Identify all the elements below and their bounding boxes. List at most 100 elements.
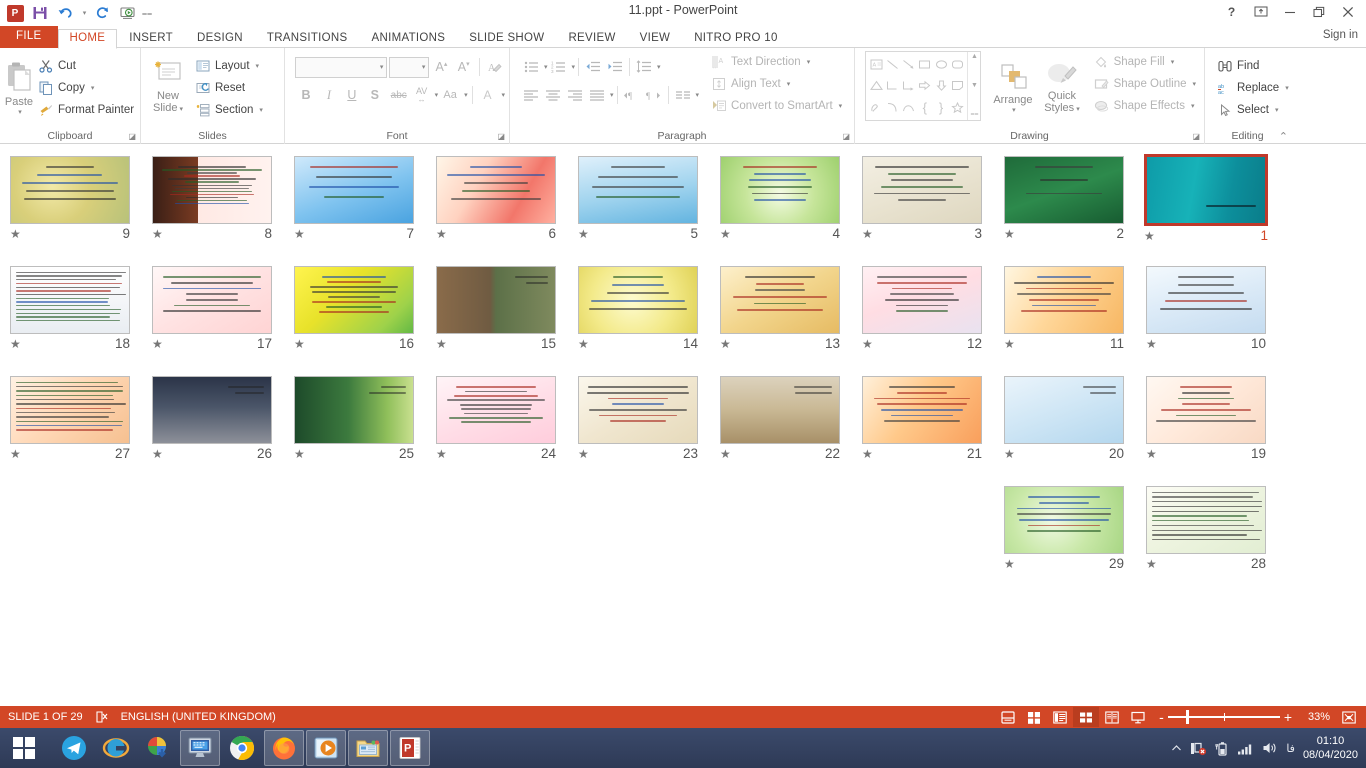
shape-effects-dropdown-icon[interactable]: ▾	[1191, 102, 1195, 110]
shape-elbow-arrow-connector-icon[interactable]	[900, 75, 916, 96]
slide-thumbnail-26[interactable]	[152, 376, 272, 444]
slide-thumbnail-8[interactable]	[152, 156, 272, 224]
cut-button[interactable]: Cut	[34, 55, 138, 77]
slide-animation-star-icon[interactable]: ★	[1004, 337, 1015, 351]
shape-triangle-icon[interactable]	[868, 75, 884, 96]
paragraph-dialog-launcher[interactable]: ◪	[842, 132, 850, 141]
slide-thumbnail-24[interactable]	[436, 376, 556, 444]
section-button[interactable]: Section ▾	[191, 99, 267, 121]
language-indicator-tray[interactable]: فا	[1286, 742, 1295, 755]
shapes-gallery-more-icon[interactable]: ⩵	[970, 111, 978, 119]
underline-button[interactable]: U	[341, 84, 363, 106]
numbering-dropdown-icon[interactable]: ▾	[572, 63, 576, 71]
shape-rounded-rectangle-icon[interactable]	[949, 54, 965, 75]
shapes-scroll-down-icon[interactable]: ▼	[971, 82, 978, 89]
font-dialog-launcher[interactable]: ◪	[497, 132, 505, 141]
decrease-font-size-button[interactable]: A▾	[454, 56, 474, 78]
character-spacing-button[interactable]: AV↔	[412, 84, 432, 106]
font-size-dropdown-icon[interactable]: ▾	[422, 63, 426, 71]
slide-thumbnail-23[interactable]	[578, 376, 698, 444]
slide-animation-star-icon[interactable]: ★	[294, 227, 305, 241]
view-reading-button[interactable]	[1099, 707, 1125, 727]
slide-animation-star-icon[interactable]: ★	[720, 447, 731, 461]
slide-animation-star-icon[interactable]: ★	[294, 447, 305, 461]
view-normal-button[interactable]	[1047, 707, 1073, 727]
battery-icon[interactable]	[1215, 741, 1229, 756]
zoom-slider[interactable]	[1168, 710, 1280, 724]
font-color-button[interactable]: A	[477, 84, 499, 106]
slide-animation-star-icon[interactable]: ★	[578, 227, 589, 241]
file-explorer-icon[interactable]	[348, 730, 388, 766]
shape-arrow-icon[interactable]	[900, 54, 916, 75]
slide-animation-star-icon[interactable]: ★	[1144, 229, 1155, 243]
find-button[interactable]: Find	[1213, 55, 1293, 77]
shape-outline-dropdown-icon[interactable]: ▾	[1192, 80, 1196, 88]
slide-thumbnail-10[interactable]	[1146, 266, 1266, 334]
tab-review[interactable]: REVIEW	[556, 29, 627, 48]
columns-list-dropdown-icon[interactable]: ▾	[696, 91, 700, 99]
slide-thumbnail-1[interactable]	[1144, 154, 1268, 226]
format-painter-button[interactable]: Format Painter	[34, 99, 138, 121]
rtl-text-direction-button[interactable]: ¶	[643, 84, 665, 106]
shape-oval-icon[interactable]	[933, 54, 949, 75]
minimize-icon[interactable]	[1275, 1, 1304, 23]
paste-dropdown-icon[interactable]: ▾	[18, 108, 22, 116]
shape-elbow-connector-icon[interactable]	[884, 75, 900, 96]
shape-curve-icon[interactable]	[900, 97, 916, 118]
signal-bars-icon[interactable]	[1237, 742, 1254, 755]
line-spacing-dropdown-icon[interactable]: ▾	[657, 63, 661, 71]
zoom-level-label[interactable]: 33%	[1300, 711, 1330, 723]
slide-animation-star-icon[interactable]: ★	[294, 337, 305, 351]
slide-animation-star-icon[interactable]: ★	[862, 337, 873, 351]
shapes-scroll-up-icon[interactable]: ▲	[971, 53, 978, 60]
slide-thumbnail-3[interactable]	[862, 156, 982, 224]
slide-thumbnail-2[interactable]	[1004, 156, 1124, 224]
slide-thumbnail-13[interactable]	[720, 266, 840, 334]
justify-button[interactable]	[586, 84, 608, 106]
slide-animation-star-icon[interactable]: ★	[436, 337, 447, 351]
slide-thumbnail-14[interactable]	[578, 266, 698, 334]
slide-animation-star-icon[interactable]: ★	[1004, 447, 1015, 461]
help-icon[interactable]: ?	[1217, 1, 1246, 23]
select-button[interactable]: Select ▾	[1213, 99, 1293, 121]
convert-to-smartart-button[interactable]: Convert to SmartArt ▾	[707, 95, 846, 117]
slide-animation-star-icon[interactable]: ★	[10, 227, 21, 241]
copy-button[interactable]: Copy ▾	[34, 77, 138, 99]
slide-thumbnail-11[interactable]	[1004, 266, 1124, 334]
slide-thumbnail-27[interactable]	[10, 376, 130, 444]
slide-sorter-pane[interactable]: ★9★8★7★6★5★4★3★2★1★18★17★16★15★14★13★12★…	[0, 146, 1366, 706]
bold-button[interactable]: B	[295, 84, 317, 106]
align-text-dropdown-icon[interactable]: ▾	[787, 80, 791, 88]
slide-thumbnail-16[interactable]	[294, 266, 414, 334]
quick-styles-dropdown-icon[interactable]: ▾	[1076, 106, 1080, 113]
volume-icon[interactable]	[1262, 741, 1278, 755]
columns-dropdown-icon[interactable]: ▾	[610, 91, 614, 99]
tab-file[interactable]: FILE	[0, 26, 58, 48]
fit-slide-to-window-button[interactable]	[1336, 707, 1362, 727]
slide-thumbnail-7[interactable]	[294, 156, 414, 224]
shape-line-icon[interactable]	[884, 54, 900, 75]
tab-slide-show[interactable]: SLIDE SHOW	[457, 29, 556, 48]
slide-animation-star-icon[interactable]: ★	[578, 447, 589, 461]
shape-right-arrow-icon[interactable]	[917, 75, 933, 96]
font-name-input[interactable]: ▾	[295, 57, 387, 78]
bullets-button[interactable]	[520, 56, 542, 78]
slide-animation-star-icon[interactable]: ★	[436, 447, 447, 461]
slide-thumbnail-9[interactable]	[10, 156, 130, 224]
slide-thumbnail-17[interactable]	[152, 266, 272, 334]
show-hidden-icons-chevron[interactable]	[1171, 743, 1182, 754]
shape-rectangle-icon[interactable]	[917, 54, 933, 75]
new-slide-dropdown-icon[interactable]: ▾	[179, 106, 183, 113]
slide-animation-star-icon[interactable]: ★	[436, 227, 447, 241]
internet-download-manager-icon[interactable]	[138, 730, 178, 766]
shapes-gallery[interactable]: A	[865, 51, 981, 121]
slide-animation-star-icon[interactable]: ★	[578, 337, 589, 351]
slide-thumbnail-6[interactable]	[436, 156, 556, 224]
quick-styles-button[interactable]: Quick Styles▾	[1038, 51, 1085, 125]
align-text-button[interactable]: Align Text ▾	[707, 73, 846, 95]
ribbon-display-options-icon[interactable]	[1246, 1, 1275, 23]
shape-left-brace-icon[interactable]: {	[917, 97, 933, 118]
slide-animation-star-icon[interactable]: ★	[862, 227, 873, 241]
shape-fill-button[interactable]: Shape Fill ▾	[1090, 51, 1200, 73]
sign-in-link[interactable]: Sign in	[1323, 29, 1358, 41]
